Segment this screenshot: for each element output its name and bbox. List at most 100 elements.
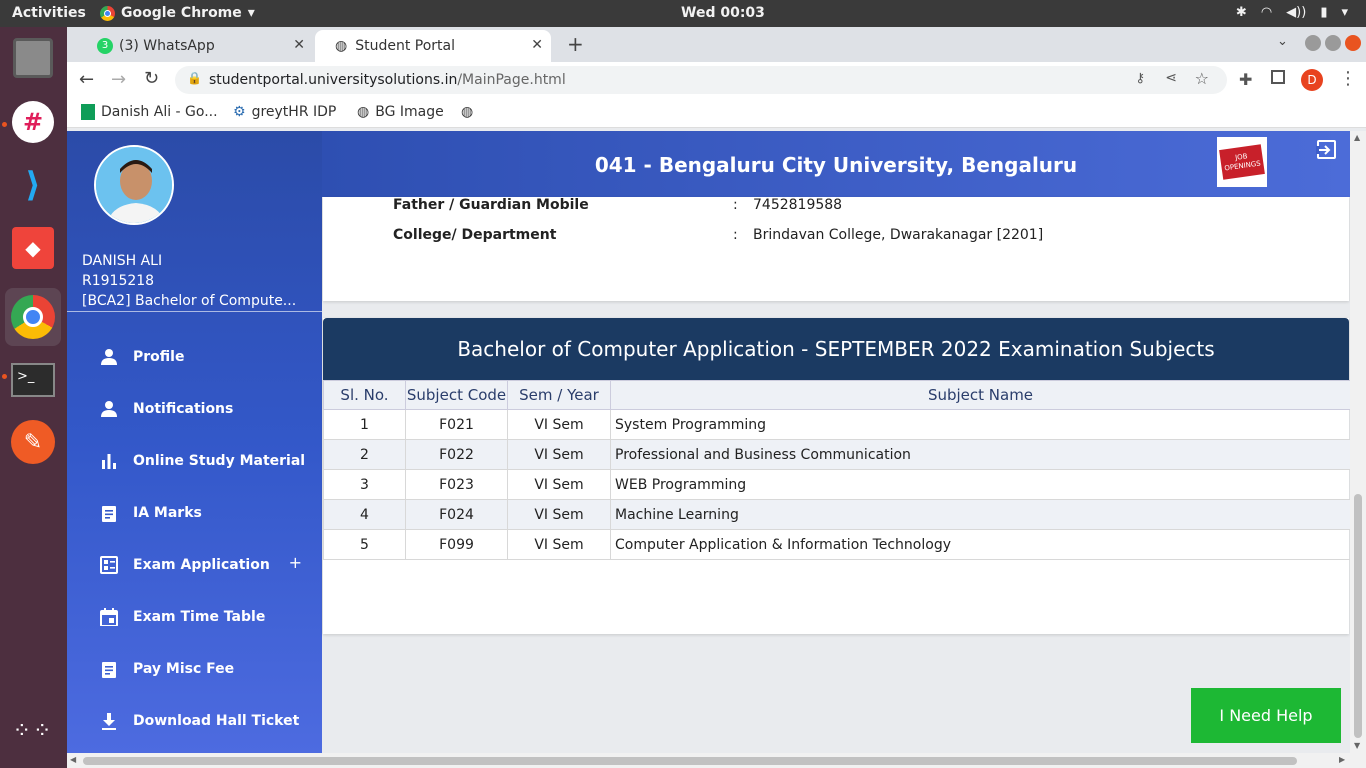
volume-icon: ◀)) xyxy=(1286,5,1307,20)
terminal-icon[interactable]: >_ xyxy=(10,357,56,403)
horizontal-scrollbar[interactable]: ◀ ▶ xyxy=(67,753,1366,768)
logout-icon[interactable] xyxy=(1316,139,1338,161)
sidebar-item-label: Exam Application xyxy=(133,557,270,573)
detail-value: Brindavan College, Dwarakanagar [2201] xyxy=(753,227,1044,243)
system-tray[interactable]: ✱ ◠ ◀)) ▮ ▾ xyxy=(1236,5,1348,20)
star-icon[interactable]: ☆ xyxy=(1195,69,1209,88)
vertical-scrollbar[interactable]: ▲ ▼ xyxy=(1350,131,1366,753)
new-tab-button[interactable]: + xyxy=(567,32,584,56)
clipboard-icon xyxy=(99,503,119,523)
bookmark-item[interactable]: ◍ BG Image xyxy=(357,104,444,120)
reload-icon[interactable]: ↻ xyxy=(144,68,159,89)
url-domain: studentportal.universitysolutions.in xyxy=(209,72,458,88)
sheets-icon xyxy=(81,104,95,120)
cell: System Programming xyxy=(610,409,1351,440)
scroll-up-icon[interactable]: ▲ xyxy=(1354,133,1360,142)
scrollbar-thumb[interactable] xyxy=(1354,494,1362,738)
scroll-right-icon[interactable]: ▶ xyxy=(1339,755,1345,764)
sidepanel-icon[interactable] xyxy=(1271,70,1285,84)
back-icon[interactable]: ← xyxy=(79,69,94,90)
chevron-down-icon: ▾ xyxy=(247,5,255,21)
cell: F021 xyxy=(405,409,508,440)
cell: 4 xyxy=(323,499,406,530)
page-title: 041 - Bengaluru City University, Bengalu… xyxy=(594,153,1078,177)
globe-icon: ◍ xyxy=(335,38,348,54)
slack-icon[interactable]: # xyxy=(10,99,56,145)
bookmark-item[interactable]: ◍ xyxy=(461,104,473,120)
page-viewport: DANISH ALI R1915218 [BCA2] Bachelor of C… xyxy=(67,131,1366,753)
cell: VI Sem xyxy=(507,529,611,560)
need-help-button[interactable]: I Need Help xyxy=(1191,688,1341,743)
greythr-icon: ⚙ xyxy=(233,104,246,120)
cell: F099 xyxy=(405,529,508,560)
cell: Computer Application & Information Techn… xyxy=(610,529,1351,560)
scroll-down-icon[interactable]: ▼ xyxy=(1354,741,1360,750)
bookmark-item[interactable]: Danish Ali - Go... xyxy=(81,104,218,120)
tab-whatsapp[interactable]: 3 (3) WhatsApp ✕ xyxy=(77,30,313,62)
clipboard-icon xyxy=(99,659,119,679)
profile-avatar[interactable]: D xyxy=(1301,69,1323,91)
detail-label: College/ Department xyxy=(393,227,557,243)
user-name: DANISH ALI xyxy=(82,253,163,269)
app-menu[interactable]: Google Chrome ▾ xyxy=(100,5,255,21)
chrome-dock-icon[interactable] xyxy=(5,288,61,346)
close-window-icon[interactable] xyxy=(1345,35,1361,51)
minimize-icon[interactable] xyxy=(1305,35,1321,51)
sidebar-item-ia-marks[interactable]: IA Marks xyxy=(67,487,322,539)
chevron-down-icon: ▾ xyxy=(1341,5,1348,20)
scroll-left-icon[interactable]: ◀ xyxy=(70,755,76,764)
toolbar: ← → ↻ 🔒 studentportal.universitysolution… xyxy=(67,62,1366,98)
job-openings-badge[interactable]: JOB OPENINGS xyxy=(1217,137,1267,187)
student-details-card: Father / Guardian Mobile : 7452819588 Co… xyxy=(323,197,1349,301)
vscode-icon[interactable]: ⟩ xyxy=(10,162,56,208)
sidebar: DANISH ALI R1915218 [BCA2] Bachelor of C… xyxy=(67,131,322,753)
table-row: 2 F022 VI Sem Professional and Business … xyxy=(323,439,1351,470)
scrollbar-thumb[interactable] xyxy=(83,757,1297,765)
sidebar-item-pay-misc-fee[interactable]: Pay Misc Fee xyxy=(67,643,322,695)
sidebar-item-label: Profile xyxy=(133,349,185,365)
files-icon[interactable] xyxy=(10,35,56,81)
globe-icon: ◍ xyxy=(357,104,370,120)
kebab-menu-icon[interactable]: ⋮ xyxy=(1339,68,1357,89)
sidebar-item-exam-time-table[interactable]: Exam Time Table xyxy=(67,591,322,643)
sidebar-item-profile[interactable]: Profile xyxy=(67,331,322,383)
table-header-row: Sl. No. Subject Code Sem / Year Subject … xyxy=(323,380,1351,410)
url-field[interactable]: 🔒 studentportal.universitysolutions.in/M… xyxy=(175,66,1227,94)
person-icon xyxy=(99,399,119,419)
sidebar-item-exam-application[interactable]: Exam Application + xyxy=(67,539,322,591)
dock: # ⟩ ◆ >_ ✎ ⁘⁘ xyxy=(0,27,67,768)
cell: VI Sem xyxy=(507,439,611,470)
close-tab-icon[interactable]: ✕ xyxy=(531,37,543,53)
sidebar-item-notifications[interactable]: Notifications xyxy=(67,383,322,435)
expand-icon[interactable]: + xyxy=(289,553,302,572)
form-icon xyxy=(99,555,119,575)
page-header: 041 - Bengaluru City University, Bengalu… xyxy=(322,131,1350,197)
postman-icon[interactable]: ✎ xyxy=(10,419,56,465)
subjects-table: Sl. No. Subject Code Sem / Year Subject … xyxy=(323,380,1351,560)
tab-search-icon[interactable]: ⌄ xyxy=(1277,34,1288,49)
bookmark-item[interactable]: ⚙ greytHR IDP xyxy=(233,104,336,120)
running-indicator xyxy=(2,374,7,379)
close-tab-icon[interactable]: ✕ xyxy=(293,37,305,53)
tab-student-portal[interactable]: ◍ Student Portal ✕ xyxy=(315,30,551,62)
bookmarks-bar: Danish Ali - Go... ⚙ greytHR IDP ◍ BG Imag… xyxy=(67,98,1366,128)
share-icon[interactable]: ⋖ xyxy=(1165,70,1177,86)
divider xyxy=(67,311,322,312)
maximize-icon[interactable] xyxy=(1325,35,1341,51)
bookmark-label: Danish Ali - Go... xyxy=(101,104,218,120)
tab-label: Student Portal xyxy=(355,38,456,54)
forward-icon[interactable]: → xyxy=(111,69,126,90)
extensions-icon[interactable]: ✚ xyxy=(1239,70,1252,89)
activities-button[interactable]: Activities xyxy=(12,5,86,21)
window-controls[interactable] xyxy=(1305,35,1361,51)
show-apps-icon[interactable]: ⁘⁘ xyxy=(10,709,56,755)
subjects-title: Bachelor of Computer Application - SEPTE… xyxy=(323,318,1349,380)
clock[interactable]: Wed 00:03 xyxy=(681,5,765,21)
globe-icon: ◍ xyxy=(461,104,474,120)
key-icon[interactable]: ⚷ xyxy=(1135,71,1145,86)
anydesk-icon[interactable]: ◆ xyxy=(10,225,56,271)
sidebar-item-online-study-material[interactable]: Online Study Material xyxy=(67,435,322,487)
detail-value: 7452819588 xyxy=(753,197,843,213)
sidebar-item-download-hall-ticket[interactable]: Download Hall Ticket xyxy=(67,695,322,747)
detail-separator: : xyxy=(733,197,738,213)
